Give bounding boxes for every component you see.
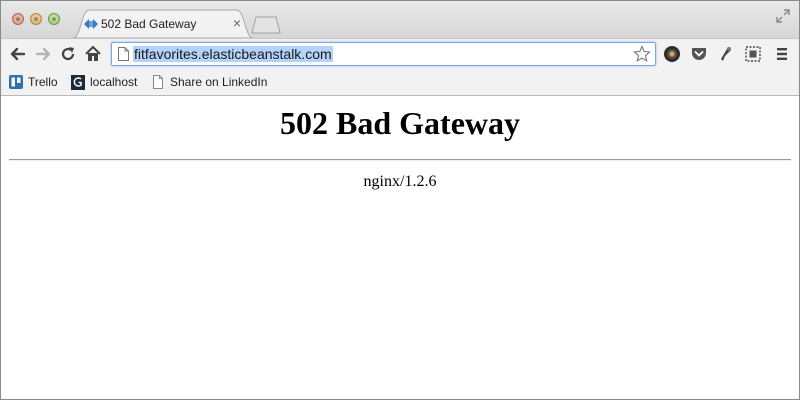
bookmark-label: Trello	[28, 75, 58, 89]
bookmark-star-icon[interactable]	[633, 45, 651, 63]
screenshot-extension-icon[interactable]	[744, 45, 762, 63]
forward-arrow-icon[interactable]	[34, 45, 52, 63]
fullscreen-icon[interactable]	[776, 9, 790, 23]
bookmark-label: localhost	[90, 75, 138, 89]
bookmarks-bar: Trello localhost Share on LinkedIn	[1, 70, 799, 96]
bookmark-label: Share on LinkedIn	[170, 75, 268, 89]
pocket-icon[interactable]	[690, 45, 708, 63]
tab-active[interactable]: 502 Bad Gateway ×	[73, 9, 253, 38]
minimize-window-button[interactable]	[30, 13, 42, 25]
tab-title: 502 Bad Gateway	[101, 17, 197, 31]
tab-strip: 502 Bad Gateway ×	[1, 1, 799, 38]
dark-circle-extension-icon[interactable]	[663, 45, 681, 63]
tab-close-icon[interactable]: ×	[231, 15, 243, 31]
elastic-beanstalk-favicon-icon	[84, 19, 98, 29]
new-tab-button[interactable]	[251, 16, 281, 34]
address-bar[interactable]: fitfavorites.elasticbeanstalk.com	[111, 42, 656, 66]
back-arrow-icon[interactable]	[9, 45, 27, 63]
divider	[9, 159, 791, 161]
hamburger-menu-icon[interactable]	[773, 45, 791, 63]
close-window-button[interactable]	[12, 13, 24, 25]
error-heading: 502 Bad Gateway	[280, 105, 520, 141]
url-text[interactable]: fitfavorites.elasticbeanstalk.com	[133, 46, 333, 62]
browser-window: 502 Bad Gateway × fitfavorites.elasticbe…	[0, 0, 800, 400]
server-signature: nginx/1.2.6	[363, 173, 437, 190]
reload-icon[interactable]	[59, 45, 77, 63]
trello-icon	[9, 75, 23, 89]
zoom-window-button[interactable]	[48, 13, 60, 25]
page-icon	[118, 47, 129, 61]
toolbar: fitfavorites.elasticbeanstalk.com	[1, 38, 799, 71]
g-icon	[71, 75, 85, 90]
home-icon[interactable]	[84, 45, 102, 63]
page-icon	[153, 75, 163, 89]
page-content: 502 Bad Gateway nginx/1.2.6	[1, 96, 799, 399]
tool-extension-icon[interactable]	[717, 45, 735, 63]
